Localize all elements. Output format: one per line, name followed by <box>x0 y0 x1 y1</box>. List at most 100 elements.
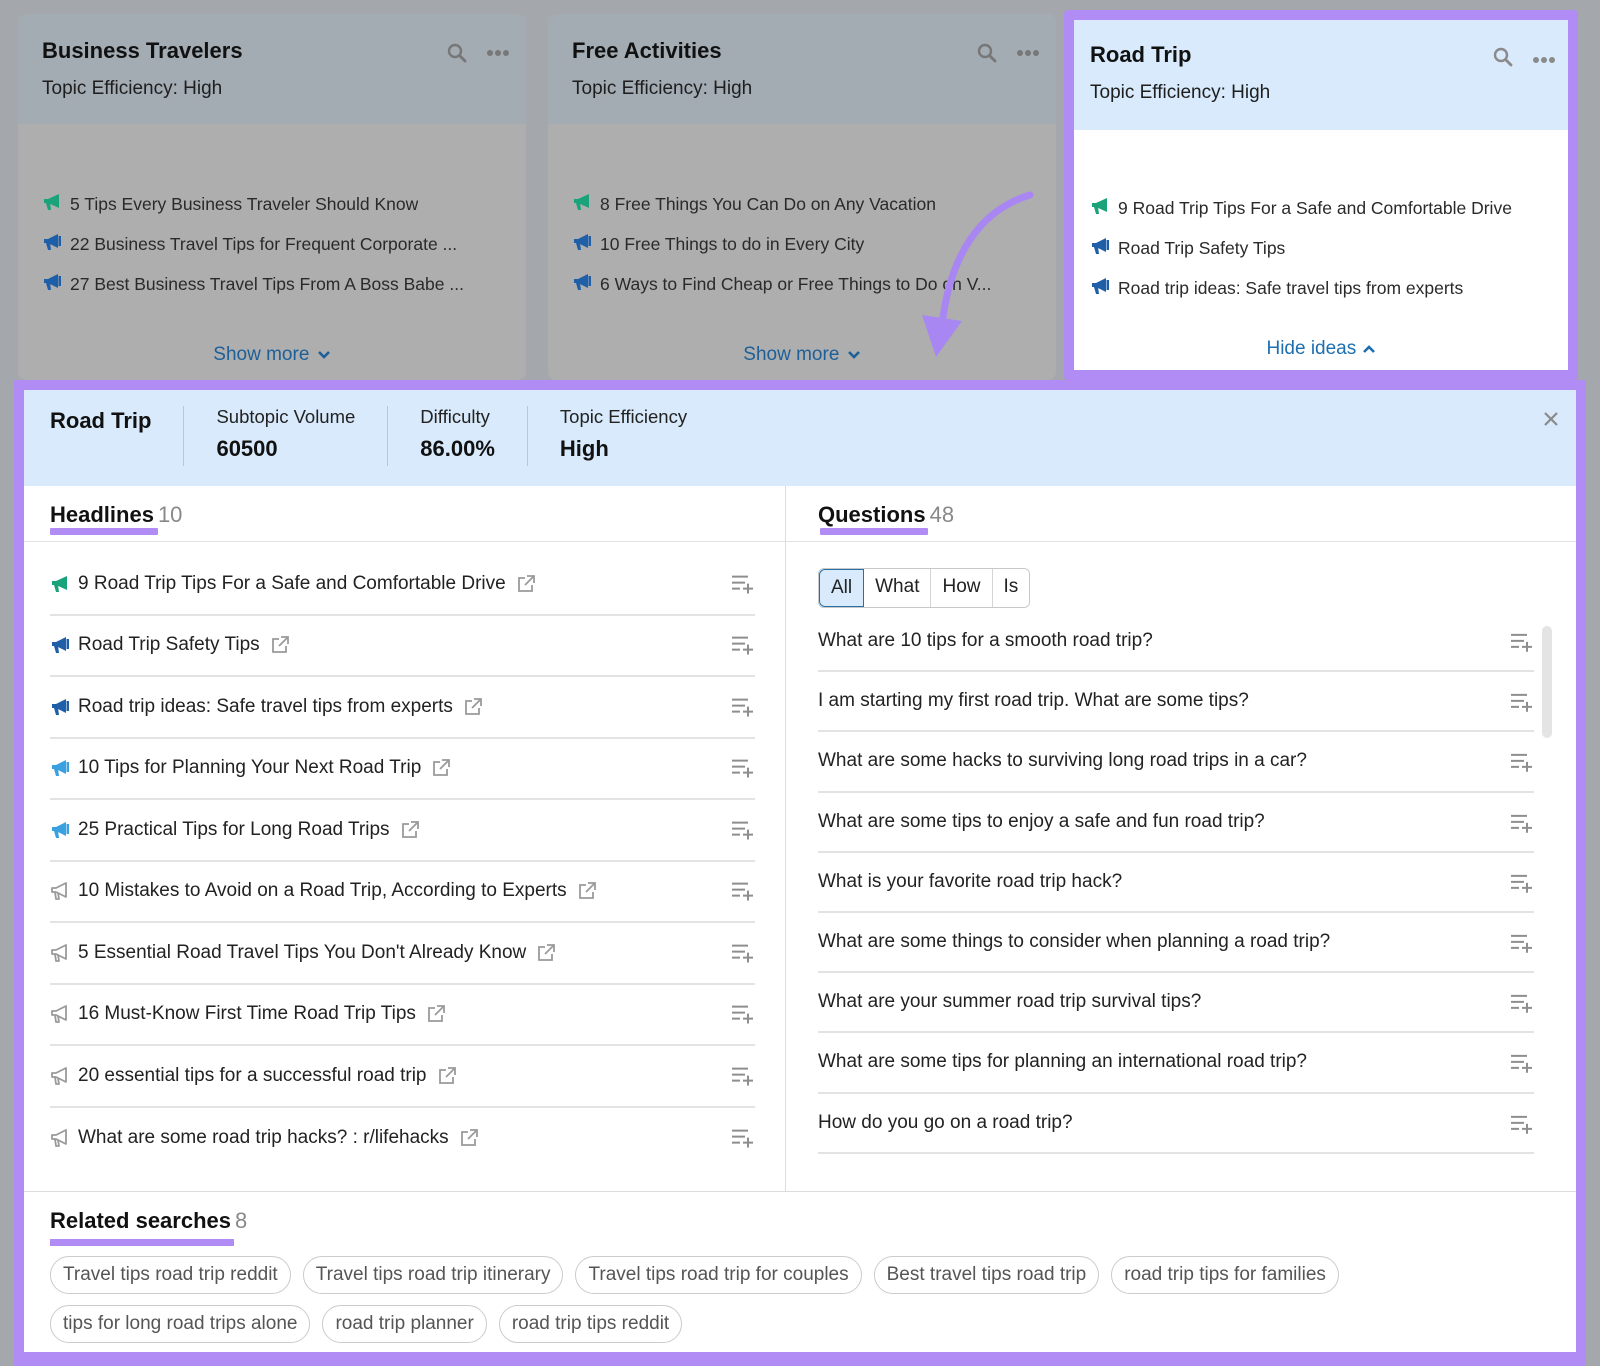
add-to-list-icon[interactable] <box>731 942 755 968</box>
question-row[interactable]: How do you go on a road trip? <box>818 1094 1534 1154</box>
question-row[interactable]: What are some tips to enjoy a safe and f… <box>818 793 1534 853</box>
filter-how-button[interactable]: How <box>931 569 993 607</box>
search-icon[interactable] <box>446 42 468 64</box>
related-search-chip[interactable]: road trip tips reddit <box>498 1305 683 1343</box>
question-row[interactable]: What are some things to consider when pl… <box>818 913 1534 974</box>
question-text: What are your summer road trip survival … <box>818 991 1202 1013</box>
more-options-icon[interactable] <box>486 49 510 57</box>
add-to-list-icon[interactable] <box>731 1004 755 1030</box>
megaphone-icon <box>50 1066 70 1086</box>
external-link-icon[interactable] <box>270 635 290 655</box>
external-link-icon[interactable] <box>577 881 597 901</box>
headline-text: 10 Tips for Planning Your Next Road Trip <box>78 757 422 779</box>
add-to-list-icon[interactable] <box>1510 873 1534 899</box>
detail-panel-highlight: Road Trip Subtopic Volume 60500 Difficul… <box>14 380 1586 1366</box>
external-link-icon[interactable] <box>459 1128 479 1148</box>
topic-card-road-trip[interactable]: Road Trip Topic Efficiency: High 9 Road … <box>1074 20 1568 370</box>
related-search-chip[interactable]: road trip tips for families <box>1111 1256 1339 1294</box>
headline-row[interactable]: 10 Mistakes to Avoid on a Road Trip, Acc… <box>50 862 755 923</box>
headline-row[interactable]: 20 essential tips for a successful road … <box>50 1046 755 1108</box>
stat-difficulty: Difficulty 86.00% <box>387 406 527 466</box>
megaphone-icon <box>50 881 70 901</box>
question-row[interactable]: What is your favorite road trip hack? <box>818 853 1534 913</box>
card-efficiency: Topic Efficiency: High <box>42 78 223 99</box>
headline-row[interactable]: 9 Road Trip Tips For a Safe and Comforta… <box>50 554 755 616</box>
headline-list: 9 Road Trip Tips For a Safe and Comforta… <box>24 542 785 1169</box>
more-options-icon[interactable] <box>1016 49 1040 57</box>
tab-questions[interactable]: Questions 48 <box>786 486 1576 542</box>
add-to-list-icon[interactable] <box>731 573 755 599</box>
add-to-list-icon[interactable] <box>1510 1053 1534 1079</box>
add-to-list-icon[interactable] <box>1510 813 1534 839</box>
external-link-icon[interactable] <box>431 758 451 778</box>
idea-item[interactable]: 9 Road Trip Tips For a Safe and Comforta… <box>1090 188 1552 228</box>
questions-section: Questions 48 All What How Is What are 10 tip… <box>786 486 1576 1191</box>
selected-card-highlight: Road Trip Topic Efficiency: High 9 Road … <box>1064 10 1578 380</box>
add-to-list-icon[interactable] <box>731 1065 755 1091</box>
questions-scrollbar[interactable] <box>1542 626 1552 738</box>
headline-row[interactable]: Road Trip Safety Tips <box>50 616 755 677</box>
question-row[interactable]: What are some hacks to surviving long ro… <box>818 732 1534 793</box>
question-row[interactable]: What are 10 tips for a smooth road trip? <box>818 612 1534 673</box>
external-link-icon[interactable] <box>516 574 536 594</box>
headline-text: 25 Practical Tips for Long Road Trips <box>78 818 390 840</box>
external-link-icon[interactable] <box>437 1066 457 1086</box>
add-to-list-icon[interactable] <box>731 696 755 722</box>
idea-item[interactable]: Road trip ideas: Safe travel tips from e… <box>1090 268 1552 308</box>
question-text: What are some tips to enjoy a safe and f… <box>818 810 1265 832</box>
filter-what-button[interactable]: What <box>864 569 932 607</box>
section-underline <box>50 1239 234 1246</box>
headline-row[interactable]: 5 Essential Road Travel Tips You Don't A… <box>50 923 755 985</box>
question-row[interactable]: What are some tips for planning an inter… <box>818 1033 1534 1094</box>
tab-headlines[interactable]: Headlines 10 <box>24 486 785 542</box>
related-search-chip[interactable]: Travel tips road trip reddit <box>50 1256 291 1294</box>
idea-item[interactable]: Road Trip Safety Tips <box>1090 228 1552 268</box>
add-to-list-icon[interactable] <box>731 1128 755 1154</box>
add-to-list-icon[interactable] <box>1510 752 1534 778</box>
add-to-list-icon[interactable] <box>731 881 755 907</box>
add-to-list-icon[interactable] <box>1510 993 1534 1019</box>
question-row[interactable]: I am starting my first road trip. What a… <box>818 672 1534 733</box>
add-to-list-icon[interactable] <box>731 635 755 661</box>
search-icon[interactable] <box>1492 46 1514 73</box>
filter-all-button[interactable]: All <box>819 569 865 607</box>
external-link-icon[interactable] <box>400 820 420 840</box>
add-to-list-icon[interactable] <box>1510 692 1534 718</box>
close-icon[interactable] <box>1542 410 1560 433</box>
show-more-button[interactable]: Show more <box>18 344 526 366</box>
add-to-list-icon[interactable] <box>1510 1113 1534 1139</box>
idea-item[interactable]: 5 Tips Every Business Traveler Should Kn… <box>42 184 502 224</box>
add-to-list-icon[interactable] <box>1510 632 1534 658</box>
headline-row[interactable]: 10 Tips for Planning Your Next Road Trip <box>50 739 755 800</box>
related-search-chip[interactable]: tips for long road trips alone <box>50 1305 311 1343</box>
external-link-icon[interactable] <box>463 697 483 717</box>
related-search-chip[interactable]: Travel tips road trip itinerary <box>302 1256 564 1294</box>
megaphone-icon <box>42 232 62 257</box>
related-search-chip[interactable]: Best travel tips road trip <box>873 1256 1100 1294</box>
headline-text: 10 Mistakes to Avoid on a Road Trip, Acc… <box>78 880 567 902</box>
idea-item[interactable]: 27 Best Business Travel Tips From A Boss… <box>42 264 502 304</box>
external-link-icon[interactable] <box>536 943 556 963</box>
headline-row[interactable]: Road trip ideas: Safe travel tips from e… <box>50 677 755 739</box>
headline-row[interactable]: 16 Must-Know First Time Road Trip Tips <box>50 985 755 1046</box>
megaphone-icon <box>50 1128 70 1148</box>
card-title: Free Activities <box>572 38 722 63</box>
add-to-list-icon[interactable] <box>731 819 755 845</box>
idea-item[interactable]: 22 Business Travel Tips for Frequent Cor… <box>42 224 502 264</box>
related-search-chip[interactable]: road trip planner <box>322 1305 487 1343</box>
topic-card-business-travelers[interactable]: Business Travelers Topic Efficiency: Hig… <box>18 14 526 380</box>
external-link-icon[interactable] <box>426 1004 446 1024</box>
headline-row[interactable]: What are some road trip hacks? : r/lifeh… <box>50 1108 755 1170</box>
more-options-icon[interactable] <box>1532 51 1556 69</box>
megaphone-icon <box>572 272 592 297</box>
filter-is-button[interactable]: Is <box>992 569 1030 607</box>
card-title: Business Travelers <box>42 38 243 63</box>
related-search-chip[interactable]: Travel tips road trip for couples <box>575 1256 862 1294</box>
add-to-list-icon[interactable] <box>731 758 755 784</box>
megaphone-icon <box>42 272 62 297</box>
headline-row[interactable]: 25 Practical Tips for Long Road Trips <box>50 800 755 862</box>
search-icon[interactable] <box>976 42 998 64</box>
add-to-list-icon[interactable] <box>1510 933 1534 959</box>
hide-ideas-button[interactable]: Hide ideas <box>1074 338 1568 360</box>
question-row[interactable]: What are your summer road trip survival … <box>818 973 1534 1034</box>
